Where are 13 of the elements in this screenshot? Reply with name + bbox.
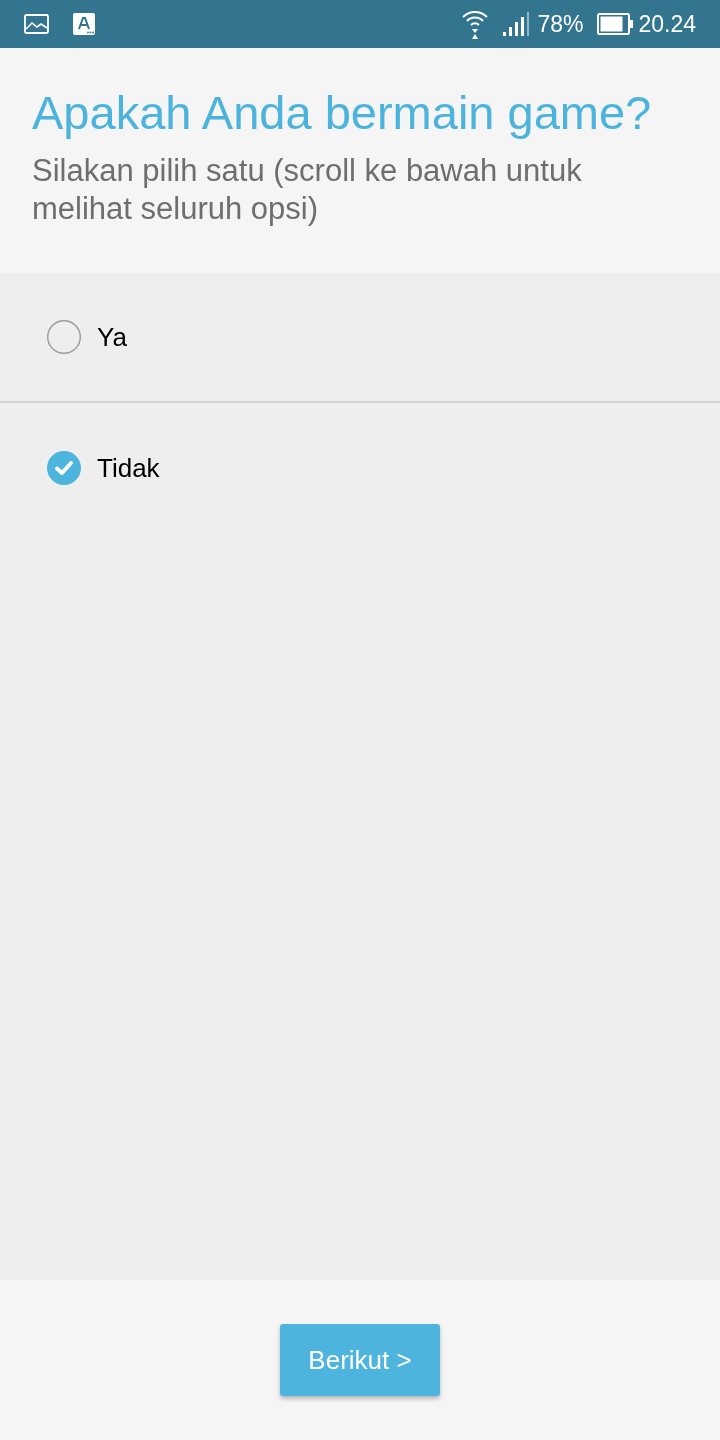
battery-percent: 78% [537, 12, 584, 36]
battery-icon [597, 13, 634, 35]
option-label[interactable]: Tidak [97, 448, 160, 488]
question-title: Apakah Anda bermain game? [32, 85, 653, 141]
radio-unchecked-icon[interactable] [47, 320, 81, 354]
text-app-icon [73, 13, 95, 35]
signal-icon [503, 12, 530, 36]
clock-time: 20.24 [638, 12, 696, 36]
question-instruction: Silakan pilih satu (scroll ke bawah untuk melihat seluruh opsi) [32, 152, 583, 228]
radio-checked-icon[interactable] [47, 451, 81, 485]
wifi-icon [461, 8, 490, 40]
image-icon [24, 14, 49, 34]
option-label[interactable]: Ya [97, 317, 127, 357]
